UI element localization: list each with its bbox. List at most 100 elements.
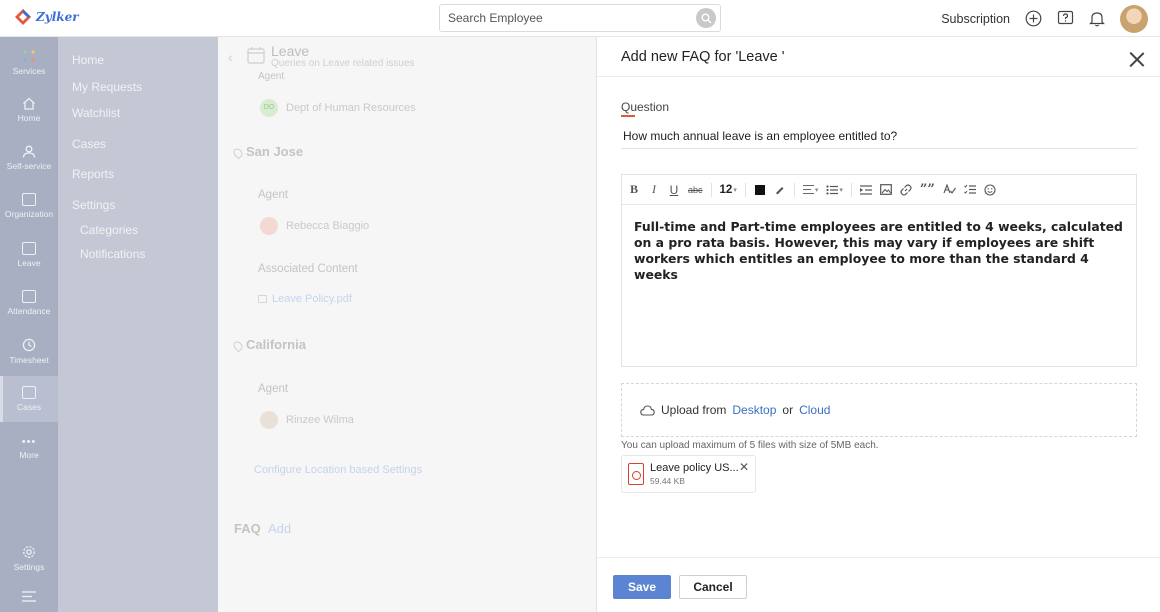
more-dots-icon: •••: [21, 435, 37, 448]
rail-item-organization[interactable]: Organization: [0, 183, 58, 229]
help-icon[interactable]: [1056, 10, 1074, 28]
rail-label: Organization: [4, 209, 54, 219]
attachment-name: Leave policy US...: [650, 462, 739, 474]
dept-agent: DO Dept of Human Resources: [260, 99, 416, 117]
subnav-item-cases[interactable]: Cases: [72, 137, 106, 151]
san-jose-agent: Rebecca Biaggio: [260, 217, 369, 235]
dept-avatar: DO: [260, 99, 278, 117]
cancel-button[interactable]: Cancel: [679, 575, 747, 599]
underline-button[interactable]: U: [668, 182, 680, 198]
text-color-button[interactable]: [754, 182, 766, 198]
toolbar-divider: [744, 182, 746, 197]
california-agent: Rinzee Wilma: [260, 411, 354, 429]
person-icon: [22, 145, 36, 158]
insert-link-button[interactable]: [900, 182, 912, 198]
organization-icon: [22, 193, 36, 206]
rail-item-leave[interactable]: Leave: [0, 232, 58, 278]
subnav-item-settings[interactable]: Settings: [72, 198, 115, 212]
left-rail: Services Home Self-service Organization …: [0, 37, 58, 612]
upload-dropzone[interactable]: Upload from Desktop or Cloud: [621, 383, 1137, 437]
dept-agent-name: Dept of Human Resources: [286, 102, 416, 115]
search-icon[interactable]: [696, 8, 716, 28]
emoji-icon: [984, 183, 996, 196]
hamburger-icon: [22, 590, 36, 602]
bullet-list-icon: [826, 184, 839, 195]
agent-label: Agent: [258, 383, 289, 395]
indent-button[interactable]: [859, 182, 872, 198]
attachment-chip[interactable]: Leave policy US... 59.44 KB ✕: [621, 455, 756, 493]
remove-attachment-icon[interactable]: ✕: [739, 460, 749, 474]
save-button[interactable]: Save: [613, 575, 671, 599]
cloud-icon: [640, 404, 655, 416]
category-title: Leave: [271, 43, 310, 59]
question-input[interactable]: [621, 123, 1137, 149]
associated-content-label: Associated Content: [258, 263, 358, 275]
leave-policy-link[interactable]: Leave Policy.pdf: [258, 293, 352, 305]
list-select[interactable]: ▾: [826, 182, 843, 198]
rail-item-more[interactable]: ••• More: [0, 425, 58, 471]
rail-item-timesheet[interactable]: Timesheet: [0, 328, 58, 374]
strikethrough-button[interactable]: abc: [688, 182, 703, 198]
subnav-item-home[interactable]: Home: [72, 53, 104, 67]
insert-image-button[interactable]: [879, 182, 892, 198]
highlight-button[interactable]: [774, 182, 786, 198]
subnav-item-reports[interactable]: Reports: [72, 167, 114, 181]
color-swatch-icon: [754, 184, 765, 195]
configure-location-link[interactable]: Configure Location based Settings: [254, 464, 422, 476]
search-bar[interactable]: Search Employee: [439, 4, 721, 32]
brand-name: Zylker: [36, 10, 79, 24]
attachment-info: Leave policy US... 59.44 KB: [650, 462, 739, 486]
category-detail: ‹ Leave Queries on Leave related issues …: [218, 37, 596, 612]
subscription-link[interactable]: Subscription: [941, 12, 1010, 26]
collapse-menu-button[interactable]: [0, 583, 58, 609]
panel-footer: Save Cancel: [597, 557, 1160, 612]
subnav-item-watchlist[interactable]: Watchlist: [72, 106, 120, 120]
spell-check-icon: [943, 184, 956, 194]
subnav-item-notifications[interactable]: Notifications: [80, 247, 145, 261]
toolbar-divider: [710, 182, 712, 197]
rail-label: Home: [17, 113, 41, 123]
notification-bell-icon[interactable]: [1088, 10, 1106, 28]
location-california: California: [231, 337, 306, 352]
answer-text[interactable]: Full-time and Part-time employees are en…: [622, 205, 1136, 297]
upload-prefix: Upload from: [661, 403, 727, 417]
upload-hint: You can upload maximum of 5 files with s…: [621, 440, 879, 451]
rail-label: Timesheet: [9, 354, 49, 365]
emoji-button[interactable]: [984, 182, 996, 198]
rail-item-home[interactable]: Home: [0, 87, 58, 133]
rail-item-settings[interactable]: Settings: [0, 535, 58, 581]
indent-icon: [859, 184, 872, 195]
category-subtitle: Queries on Leave related issues: [271, 58, 415, 69]
checklist-button[interactable]: [963, 182, 976, 198]
close-icon[interactable]: [1129, 51, 1145, 67]
document-icon: [258, 295, 267, 304]
back-chevron-icon[interactable]: ‹: [228, 49, 233, 65]
pdf-icon: [628, 463, 644, 485]
highlighter-icon: [776, 187, 784, 195]
subnav-item-my-requests[interactable]: My Requests: [72, 80, 142, 94]
add-circle-icon[interactable]: [1024, 10, 1042, 28]
search-input[interactable]: Search Employee: [448, 11, 696, 25]
brand-logo[interactable]: Zylker: [14, 8, 79, 26]
rail-item-cases[interactable]: Cases: [0, 376, 58, 422]
gear-icon: [23, 545, 35, 558]
user-avatar[interactable]: [1120, 4, 1148, 33]
clock-icon: [22, 338, 36, 351]
upload-cloud-link[interactable]: Cloud: [799, 403, 830, 417]
rail-label: More: [19, 449, 39, 460]
editor-toolbar: B I U abc 12 ▾ ▾ ▾ ””: [622, 175, 1136, 205]
location-san-jose: San Jose: [231, 144, 303, 159]
subnav-item-categories[interactable]: Categories: [80, 223, 138, 237]
bold-button[interactable]: B: [628, 182, 640, 198]
clear-format-button[interactable]: [943, 182, 956, 198]
italic-button[interactable]: I: [648, 182, 660, 198]
rail-item-services[interactable]: Services: [0, 39, 58, 85]
rail-item-attendance[interactable]: Attendance: [0, 280, 58, 326]
font-size-select[interactable]: 12 ▾: [720, 182, 737, 198]
rail-item-self-service[interactable]: Self-service: [0, 135, 58, 181]
upload-desktop-link[interactable]: Desktop: [732, 403, 776, 417]
align-select[interactable]: ▾: [802, 182, 818, 198]
agent-avatar: [260, 411, 278, 429]
blockquote-button[interactable]: ””: [920, 182, 935, 198]
faq-add-link[interactable]: Add: [268, 521, 291, 536]
